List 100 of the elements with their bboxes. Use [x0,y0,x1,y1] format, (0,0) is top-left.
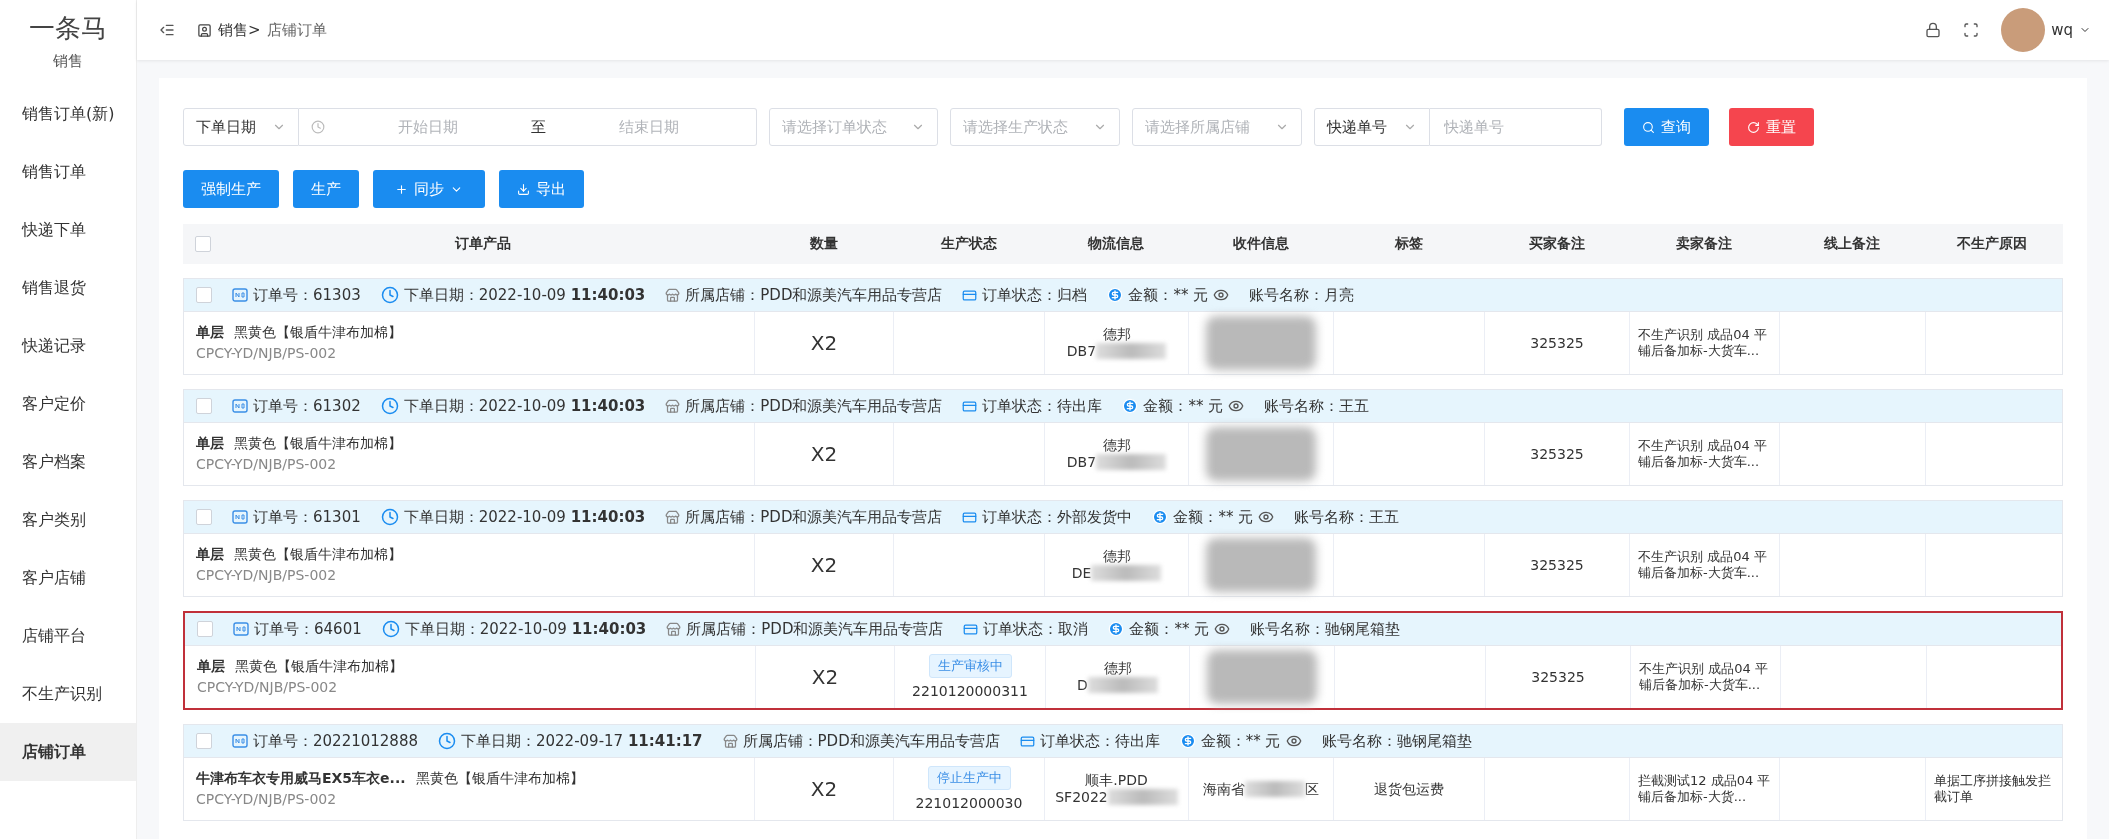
buyer-note: 325325 [1530,334,1584,352]
number-tag-icon [232,287,248,303]
product-sku: CPCY-YD/NJB/PS-002 [196,456,337,473]
store-name: 所属店铺：PDD和源美汽车用品专营店 [685,285,943,305]
blurred-text [1245,781,1305,797]
account-name: 账号名称：月亮 [1249,285,1355,305]
account-name: 账号名称：驰钢尾箱垫 [1250,619,1401,639]
number-tag-icon [232,398,248,414]
receiver-address: 区 [1305,780,1319,798]
user-name[interactable]: wq [2051,21,2073,39]
quantity: X2 [810,331,838,355]
order-checkbox[interactable] [196,733,212,749]
order-status: 订单状态：待出库 [982,396,1103,416]
reset-button[interactable]: 重置 [1729,108,1814,146]
blurred-text [1096,454,1167,471]
coin-icon [1122,398,1139,414]
eye-icon[interactable] [1258,509,1275,525]
clock-icon [311,120,325,134]
order-checkbox[interactable] [196,287,212,303]
account-name: 账号名称：王五 [1264,396,1370,416]
product-name: 单层 [196,324,224,341]
seller-note: 拦截测试12 成品04 平铺后备加标-大货... [1637,772,1772,806]
carrier-name: 德邦 [1103,660,1132,677]
breadcrumb-item[interactable]: 店铺订单 [266,20,327,40]
tracking-number: DB7 [1066,343,1097,360]
user-avatar[interactable] [2001,8,2046,52]
select-all-checkbox[interactable] [195,236,211,252]
order-amount: 金额：** 元 [1143,396,1224,416]
order-number: 订单号：64601 [254,619,362,639]
date-range-field[interactable]: 开始日期 至 结束日期 [299,108,757,146]
sidebar-item[interactable]: 店铺订单 [0,723,136,781]
express-type-select[interactable]: 快递单号 [1314,108,1430,146]
card-icon [962,287,978,303]
carrier-name: 德邦 [1102,437,1131,454]
express-number-field[interactable]: 快递单号 [1430,108,1602,146]
production-status-tag: 生产审核中 [928,654,1012,678]
store-icon [666,621,682,637]
product-sku: CPCY-YD/NJB/PS-002 [197,679,338,696]
lock-icon[interactable] [1925,22,1942,38]
production-code: 2210120000311 [912,682,1028,700]
product-spec: 黑黄色【银盾牛津布加棉】 [415,770,584,787]
product-spec: 黑黄色【银盾牛津布加棉】 [235,658,403,675]
store-name: 所属店铺：PDD和源美汽车用品专营店 [685,396,943,416]
breadcrumb-icon [197,22,212,38]
production-status-tag: 停止生产中 [927,766,1011,790]
seller-note: 不生产识别 成品04 平铺后备加标-大货车... [1637,548,1768,582]
clock-icon [380,508,399,526]
quantity: X2 [810,442,838,466]
production-code: 221012000030 [915,794,1023,812]
column-header: 收件信息 [1231,235,1290,253]
product-name: 单层 [197,658,225,675]
column-header: 物流信息 [1086,235,1145,253]
quantity: X2 [810,553,838,577]
buyer-note: 325325 [1531,668,1585,686]
download-icon [517,182,530,196]
carrier-name: 顺丰.PDD [1085,772,1148,789]
eye-icon[interactable] [1214,621,1231,637]
coin-icon [1107,287,1124,303]
order-checkbox[interactable] [196,398,212,414]
clock-icon [438,732,456,750]
collapse-menu-icon[interactable] [159,22,175,38]
card-icon [962,509,978,525]
order-tag: 退货包运费 [1374,780,1444,798]
reset-icon [1747,120,1760,134]
order-amount: 金额：** 元 [1129,619,1210,639]
store-icon [665,398,681,414]
product-spec: 黑黄色【银盾牛津布加棉】 [234,324,402,341]
eye-icon[interactable] [1213,287,1230,303]
breadcrumb-item[interactable]: 销售> [218,20,261,40]
plus-icon [395,182,408,196]
clock-icon [381,620,400,638]
date-type-select[interactable]: 下单日期 [183,108,299,146]
sidebar-section-title: 销售 [52,51,84,72]
order-date: 下单日期：2022-10-09 11:40:03 [403,285,646,305]
eye-icon[interactable] [1285,733,1302,749]
carrier-name: 德邦 [1102,548,1131,565]
buyer-note: 325325 [1530,556,1584,574]
product-sku: CPCY-YD/NJB/PS-002 [196,345,337,362]
order-status: 订单状态：外部发货中 [982,507,1133,527]
blurred-text [1087,677,1158,694]
fullscreen-icon[interactable] [1963,22,1980,38]
tracking-number: DE [1071,565,1092,582]
clock-icon [380,286,399,304]
store-name: 所属店铺：PDD和源美汽车用品专营店 [686,619,944,639]
order-number: 订单号：61301 [253,507,361,527]
buyer-note: 325325 [1530,445,1584,463]
column-header: 标签 [1393,235,1424,253]
order-checkbox[interactable] [197,621,213,637]
store-name: 所属店铺：PDD和源美汽车用品专营店 [685,507,943,527]
column-header: 卖家备注 [1675,235,1733,253]
seller-note: 不生产识别 成品04 平铺后备加标-大货车... [1638,660,1769,694]
product-name: 牛津布车衣专用威马EX5车衣e... [196,770,406,787]
order-amount: 金额：** 元 [1200,731,1281,751]
carrier-name: 德邦 [1102,326,1131,343]
tracking-number: SF2022 [1055,789,1108,806]
order-checkbox[interactable] [196,509,212,525]
column-header: 生产状态 [939,235,998,253]
eye-icon[interactable] [1228,398,1245,414]
account-name: 账号名称：驰钢尾箱垫 [1321,731,1472,751]
order-amount: 金额：** 元 [1173,507,1254,527]
